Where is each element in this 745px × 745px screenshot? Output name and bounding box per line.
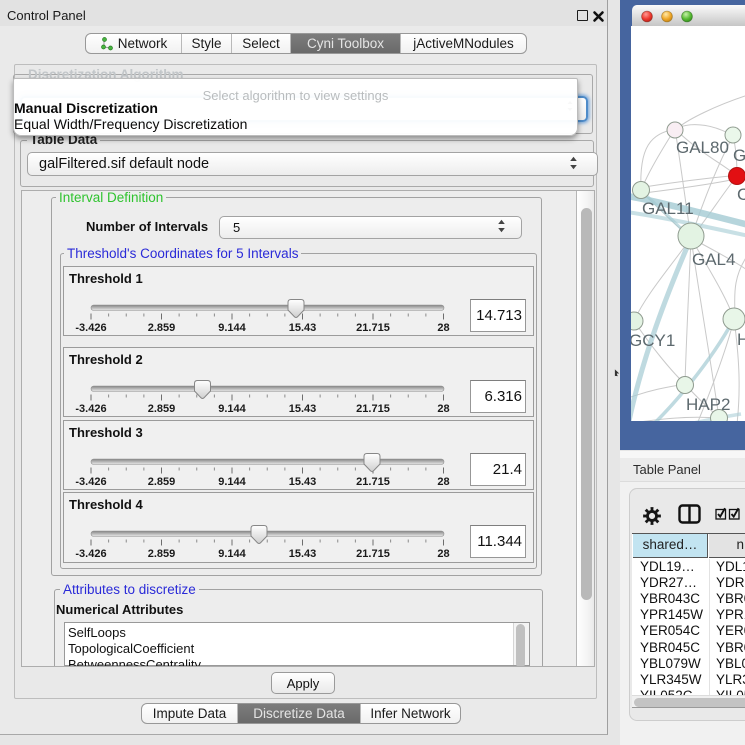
svg-text:9.144: 9.144 — [218, 403, 246, 415]
svg-text:H: H — [737, 330, 745, 349]
svg-text:-3.426: -3.426 — [75, 322, 106, 334]
svg-text:2.859: 2.859 — [148, 548, 176, 560]
svg-text:2.859: 2.859 — [148, 403, 176, 415]
svg-text:-3.426: -3.426 — [75, 476, 106, 488]
svg-text:2.859: 2.859 — [148, 476, 176, 488]
svg-text:15.43: 15.43 — [289, 322, 317, 334]
svg-text:15.43: 15.43 — [289, 476, 317, 488]
svg-text:9.144: 9.144 — [218, 476, 246, 488]
svg-text:9.144: 9.144 — [218, 548, 246, 560]
svg-text:21.715: 21.715 — [356, 476, 390, 488]
svg-text:21.715: 21.715 — [356, 403, 390, 415]
svg-text:-3.426: -3.426 — [75, 403, 106, 415]
svg-text:21.715: 21.715 — [356, 322, 390, 334]
svg-text:GAL4: GAL4 — [692, 250, 735, 269]
svg-text:28: 28 — [437, 403, 449, 415]
svg-text:21.715: 21.715 — [356, 548, 390, 560]
svg-text:28: 28 — [437, 476, 449, 488]
svg-text:GAL80: GAL80 — [676, 138, 729, 157]
svg-text:2.859: 2.859 — [148, 322, 176, 334]
svg-text:15.43: 15.43 — [289, 548, 317, 560]
svg-text:28: 28 — [437, 548, 449, 560]
svg-text:GAL11: GAL11 — [642, 199, 694, 218]
svg-text:GCY1: GCY1 — [631, 331, 675, 350]
svg-text:HAP2: HAP2 — [686, 395, 730, 414]
svg-text:G.: G. — [733, 146, 745, 165]
svg-text:-3.426: -3.426 — [75, 548, 106, 560]
svg-text:C: C — [737, 185, 745, 204]
svg-text:15.43: 15.43 — [289, 403, 317, 415]
svg-text:28: 28 — [437, 322, 449, 334]
svg-text:9.144: 9.144 — [218, 322, 246, 334]
